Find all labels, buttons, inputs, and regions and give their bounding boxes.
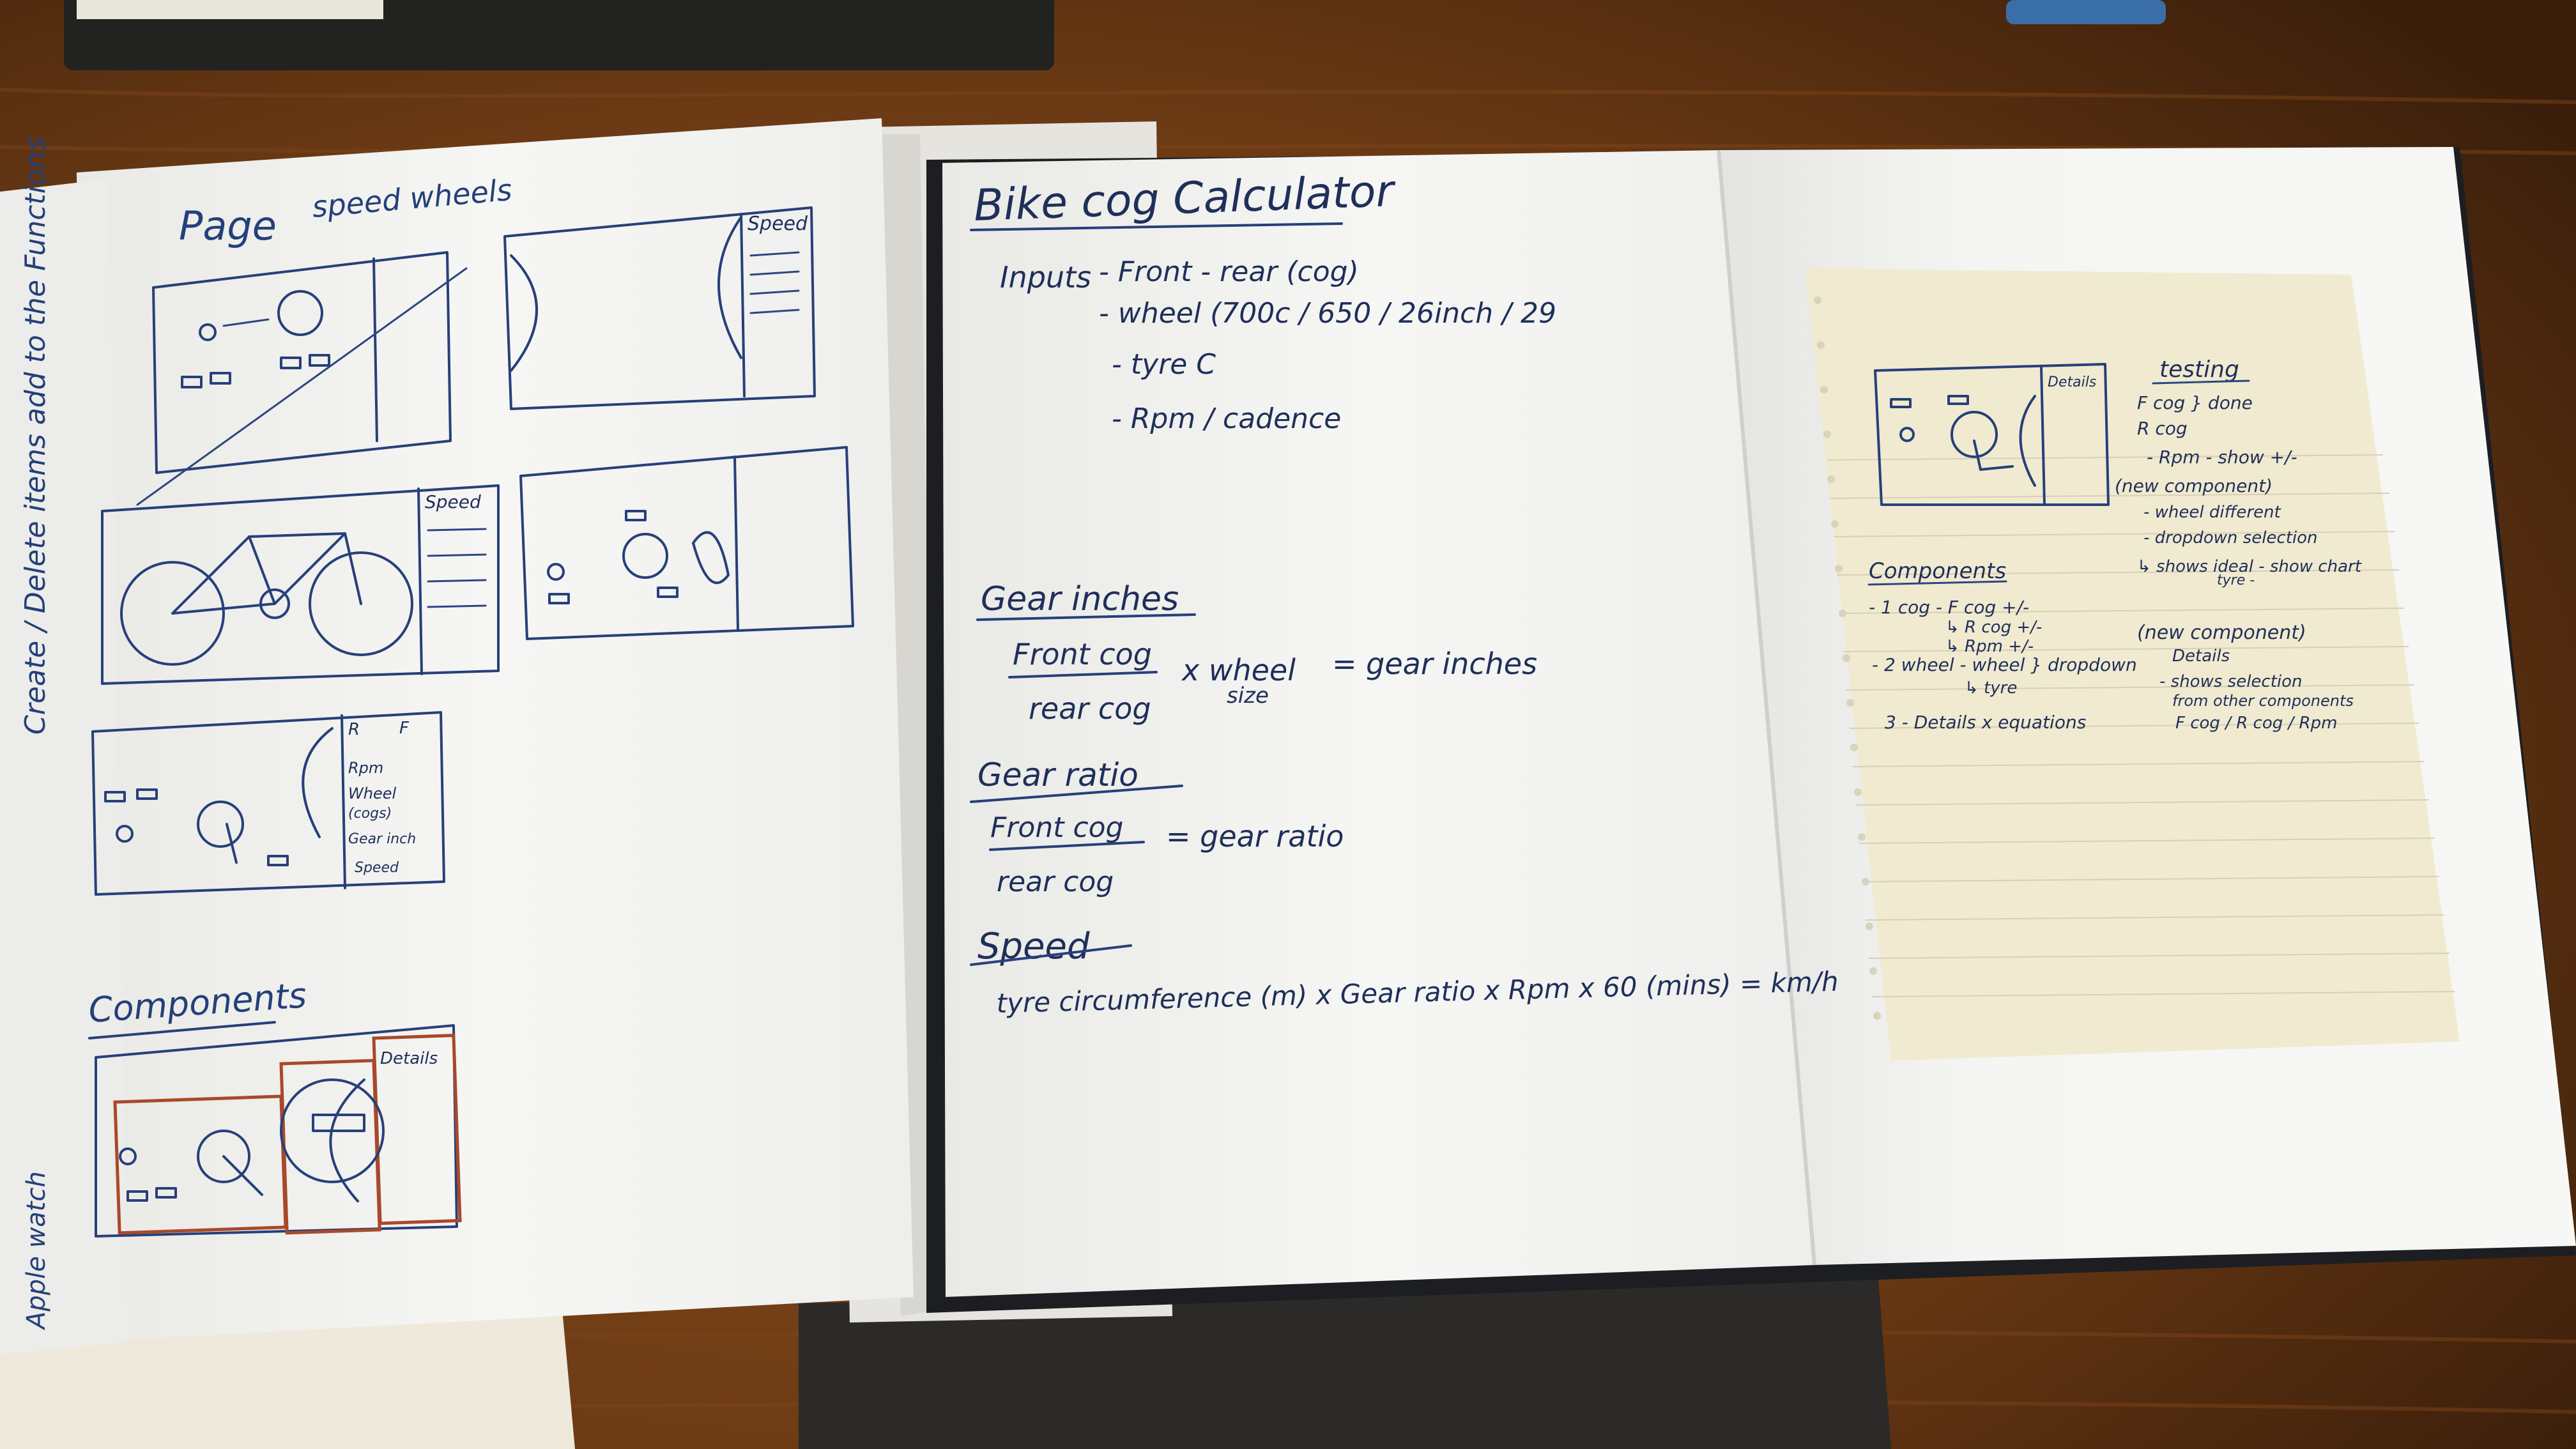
margin-note-apple-watch: Apple watch [22, 1171, 51, 1331]
sticky-component-line-5: ↳ tyre [1965, 678, 2017, 698]
left-header-page: Page [179, 203, 277, 249]
sticky-component-line-4: - 2 wheel - wheel } dropdown [1872, 654, 2137, 675]
gear-ratio-heading: Gear ratio [977, 756, 1138, 793]
input-line-4: - Rpm / cadence [1112, 402, 1341, 435]
input-line-2: - wheel (700c / 650 / 26inch / 29 [1099, 297, 1556, 330]
sticky-testing-line-8: tyre - [2217, 572, 2255, 588]
notebook-photo: Page speed wheels Create / Delete items … [0, 0, 2576, 1449]
sticky-testing-line-2: R cog [2137, 418, 2188, 439]
gear-inches-size: size [1227, 683, 1269, 709]
margin-note-create-delete: Create / Delete items add to the Functio… [19, 136, 52, 735]
input-line-1: - Front - rear (cog) [1099, 256, 1359, 288]
gear-ratio-result: = gear ratio [1166, 819, 1344, 854]
gear-inches-times: x wheel [1181, 653, 1296, 687]
sticky-new-component-line-3: from other components [2172, 692, 2354, 710]
sticky-testing-line-1: F cog } done [2137, 392, 2253, 413]
sticky-new-component-line-1: Details [2172, 647, 2230, 666]
input-line-3: - tyre C [1112, 348, 1216, 381]
sticky-component-line-6: 3 - Details x equations [1885, 712, 2086, 733]
sticky-new-component-line-4: F cog / R cog / Rpm [2175, 714, 2337, 733]
svg-text:Speed: Speed [747, 213, 808, 235]
svg-text:Speed: Speed [425, 491, 481, 512]
sticky-component-line-3: ↳ Rpm +/- [1945, 637, 2034, 656]
gear-inches-result: = gear inches [1332, 647, 1537, 681]
gear-inches-numerator: Front cog [1013, 637, 1152, 671]
sticky-testing-title: testing [2159, 356, 2239, 383]
svg-text:Gear inch: Gear inch [348, 831, 416, 847]
sticky-new-component-line-2: - shows selection [2159, 672, 2303, 691]
svg-text:Rpm: Rpm [348, 759, 383, 777]
sticky-testing-line-6: - dropdown selection [2143, 528, 2318, 548]
sticky-testing-line-5: - wheel different [2143, 503, 2281, 522]
svg-text:F: F [399, 719, 410, 738]
sticky-new-component-title: (new component) [2137, 622, 2306, 644]
inputs-label: Inputs [1000, 260, 1091, 295]
svg-text:Speed: Speed [355, 860, 399, 876]
svg-text:Details: Details [2048, 374, 2096, 390]
sticky-testing-line-4: (new component) [2115, 475, 2273, 496]
keyboard-keys [77, 0, 383, 19]
gear-inches-denominator: rear cog [1029, 691, 1151, 726]
gear-ratio-denominator: rear cog [997, 866, 1114, 898]
svg-text:R: R [348, 720, 360, 739]
sticky-testing-line-3: - Rpm - show +/- [2147, 447, 2297, 468]
sticky-component-line-1: - 1 cog - F cog +/- [1869, 597, 2029, 618]
svg-text:Wheel: Wheel [348, 785, 396, 802]
sticky-components-title: Components [1869, 558, 2006, 584]
gear-inches-heading: Gear inches [981, 580, 1179, 618]
left-page [77, 118, 914, 1342]
gear-ratio-numerator: Front cog [990, 811, 1123, 844]
pen [2006, 0, 2166, 24]
svg-text:(cogs): (cogs) [348, 806, 392, 822]
svg-text:Details: Details [380, 1049, 438, 1068]
sticky-component-line-2: ↳ R cog +/- [1945, 618, 2042, 637]
